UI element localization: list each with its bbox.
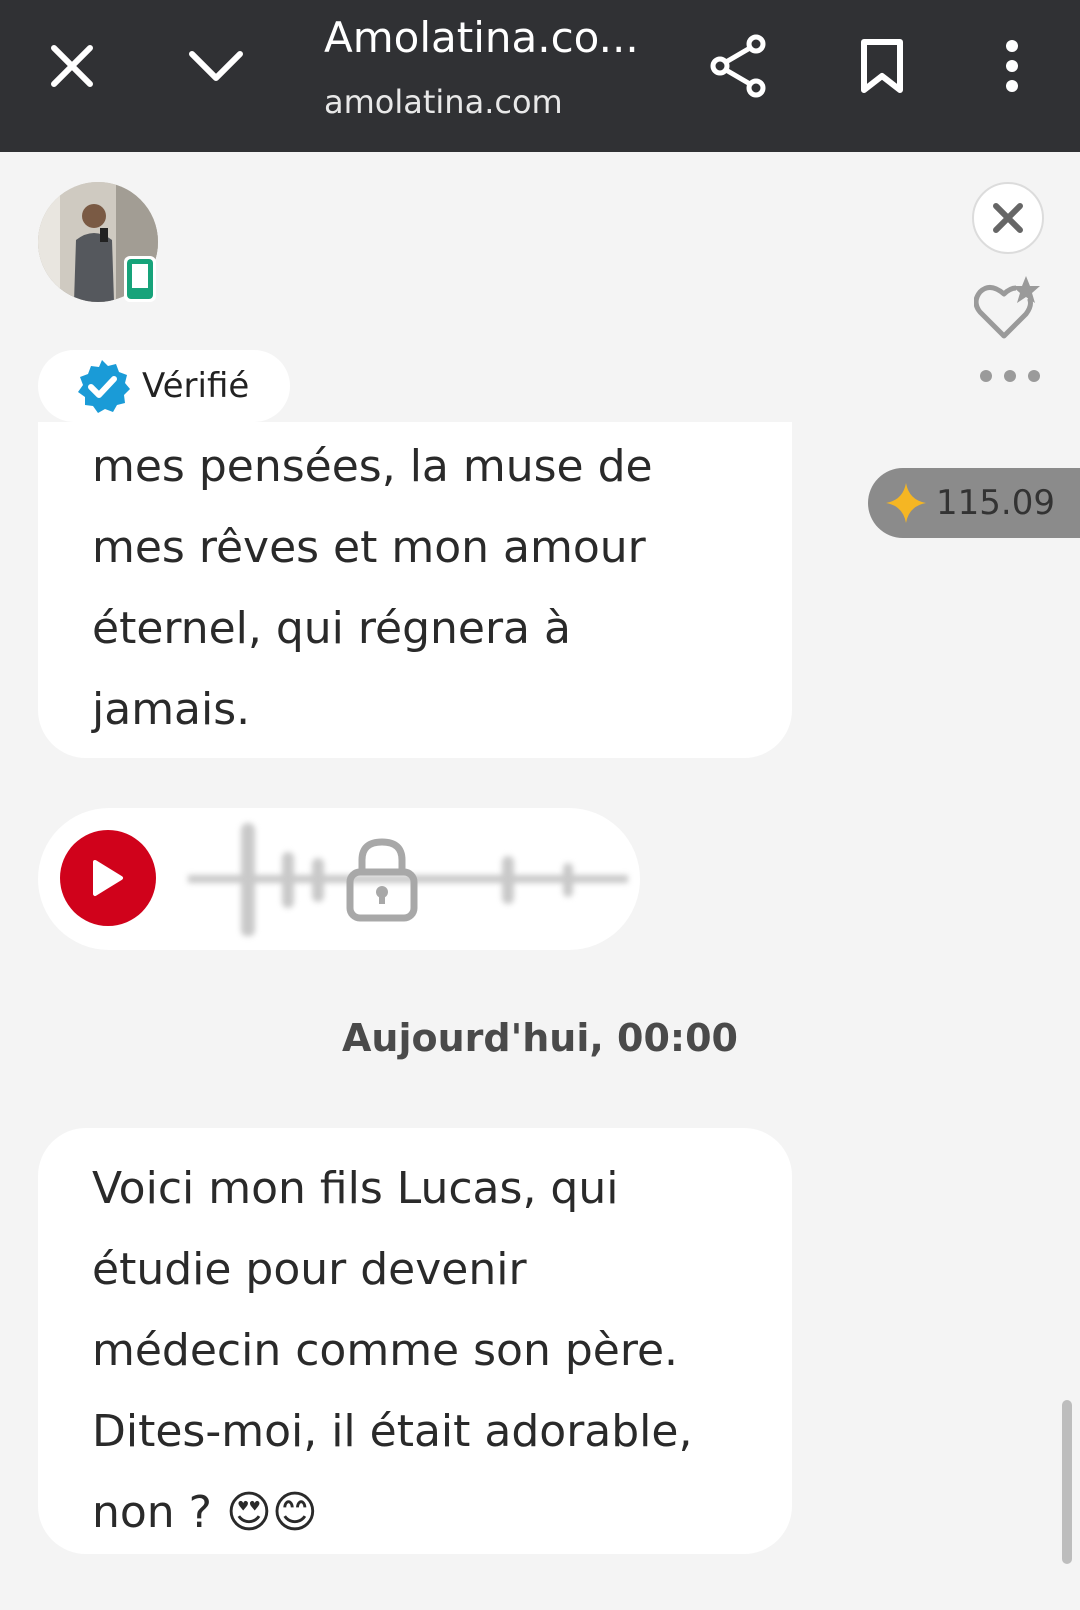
page-title: Amolatina.co... [324,13,639,62]
browser-toolbar: Amolatina.co... amolatina.com [0,0,1080,152]
mobile-phone-icon [127,259,153,299]
message-line: étudie pour devenir [92,1244,527,1295]
lock-icon [346,838,418,922]
close-chat-button[interactable] [972,182,1044,254]
close-tab-button[interactable] [36,30,108,102]
verified-badge: Vérifié [38,350,290,422]
message-line: éternel, qui régnera à [92,603,571,654]
voice-message [38,808,640,950]
date-separator: Aujourd'hui, 00:00 [342,1016,738,1060]
message-bubble: Voici mon fils Lucas, qui étudie pour de… [38,1128,792,1554]
share-button[interactable] [702,30,774,102]
credits-balance[interactable]: 115.09 [868,468,1080,538]
close-icon [993,203,1023,233]
share-icon [710,34,766,98]
chat-panel: Vérifié 115.09 mes pensées, la muse de m… [0,152,1080,1610]
sparkle-icon [886,483,926,523]
minimize-button[interactable] [180,30,252,102]
more-vert-icon [1006,40,1018,92]
bookmark-button[interactable] [846,30,918,102]
heart-star-icon[interactable] [974,274,1044,340]
message-line: mes rêves et mon amour [92,522,646,573]
message-line: médecin comme son père. [92,1325,679,1376]
message-line: jamais. [92,684,251,735]
message-line: Voici mon fils Lucas, qui [92,1163,619,1214]
message-line: Dites-moi, il était adorable, [92,1406,693,1457]
verified-icon [78,360,130,413]
bookmark-icon [861,39,903,93]
browser-menu-button[interactable] [976,30,1048,102]
mobile-device-badge [124,256,156,302]
close-icon [51,45,93,87]
scrollbar-thumb[interactable] [1062,1400,1072,1564]
page-url[interactable]: amolatina.com [324,80,563,124]
message-line: mes pensées, la muse de [92,441,653,492]
message-bubble: mes pensées, la muse de mes rêves et mon… [38,422,792,758]
more-horiz-icon[interactable] [978,366,1042,386]
play-icon [93,860,123,896]
credits-value: 115.09 [936,483,1055,523]
verified-label: Vérifié [142,366,250,406]
play-button[interactable] [60,830,156,926]
message-line: non ? 😍😊 [92,1487,318,1538]
chevron-down-icon [189,51,243,81]
